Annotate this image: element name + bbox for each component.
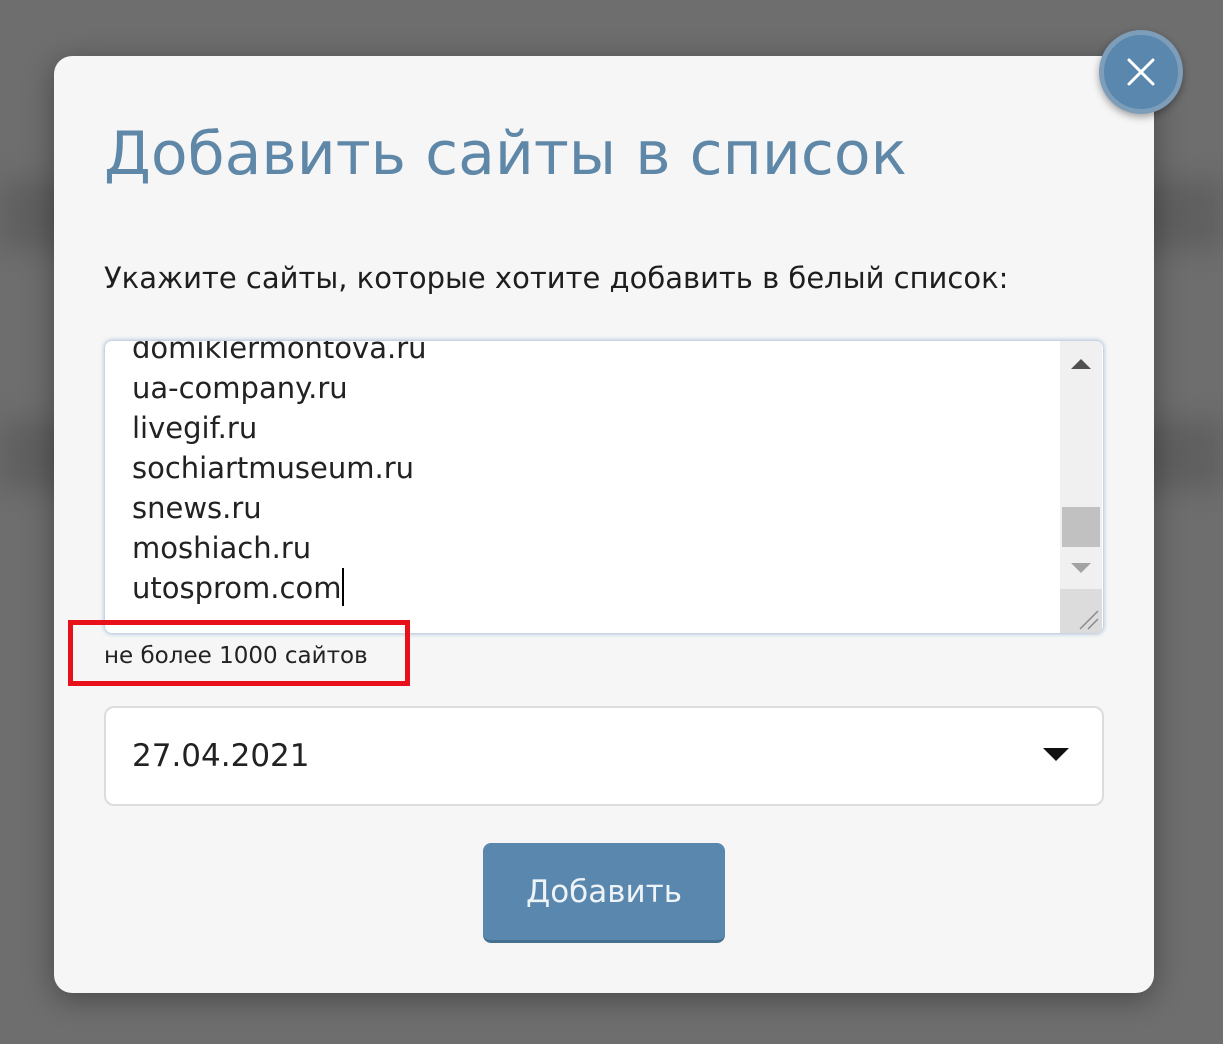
dialog-subtitle: Укажите сайты, которые хотите добавить в… — [104, 261, 1009, 295]
site-line: sochiartmuseum.ru — [132, 451, 415, 485]
date-select-value: 27.04.2021 — [132, 738, 310, 774]
scroll-up-button[interactable] — [1060, 345, 1102, 381]
close-icon — [1127, 58, 1155, 86]
arrow-up-icon — [1071, 359, 1091, 369]
scroll-down-button[interactable] — [1060, 551, 1102, 587]
site-line: ua-company.ru — [132, 371, 348, 405]
site-line: snews.ru — [132, 491, 262, 525]
site-line-last: utosprom.com — [132, 568, 427, 608]
textarea-scrollbar[interactable] — [1060, 341, 1102, 633]
date-select[interactable]: 27.04.2021 — [104, 706, 1104, 806]
site-line: livegif.ru — [132, 411, 258, 445]
caret-down-icon — [1043, 748, 1069, 761]
scroll-thumb[interactable] — [1062, 507, 1100, 547]
sites-textarea[interactable]: domiklermontova.ru ua-company.ru livegif… — [104, 340, 1104, 634]
close-button[interactable] — [1099, 30, 1183, 114]
resize-grip-icon — [1079, 610, 1099, 630]
site-line: domiklermontova.ru — [132, 340, 427, 365]
dialog-title: Добавить сайты в список — [104, 119, 907, 189]
text-caret — [342, 568, 345, 606]
add-button[interactable]: Добавить — [483, 843, 725, 943]
add-sites-dialog: Добавить сайты в список Укажите сайты, к… — [54, 56, 1154, 993]
highlight-annotation — [68, 620, 410, 686]
resize-handle[interactable] — [1060, 589, 1102, 633]
arrow-down-icon — [1071, 563, 1091, 573]
site-line-text: utosprom.com — [132, 571, 342, 605]
sites-list: domiklermontova.ru ua-company.ru livegif… — [132, 340, 427, 608]
site-line: moshiach.ru — [132, 531, 312, 565]
